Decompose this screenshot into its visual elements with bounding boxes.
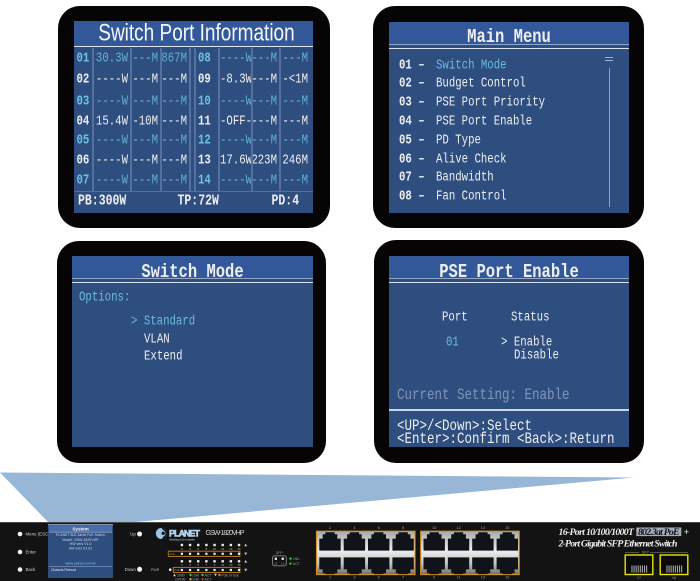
svg-text:GSW-1820VHP: GSW-1820VHP bbox=[206, 530, 245, 537]
svg-text:15: 15 bbox=[505, 575, 509, 579]
svg-text:10/100: 10/100 bbox=[175, 578, 185, 581]
svg-text:Enter: Enter bbox=[26, 550, 37, 555]
svg-text:10: 10 bbox=[432, 526, 436, 530]
svg-text:802.3at PoE: 802.3at PoE bbox=[638, 527, 680, 538]
svg-text:2-Port Gigabit SFP Ethernet Sw: 2-Port Gigabit SFP Ethernet Switch bbox=[558, 538, 678, 549]
svg-text:17: 17 bbox=[637, 576, 641, 580]
svg-text:ACT: ACT bbox=[205, 578, 212, 581]
svg-text:Back: Back bbox=[26, 567, 37, 572]
svg-text:18: 18 bbox=[672, 576, 676, 580]
svg-text:+: + bbox=[684, 527, 690, 538]
svg-text:13: 13 bbox=[229, 563, 233, 567]
svg-text:Model: GSW-1820VHP: Model: GSW-1820VHP bbox=[63, 538, 100, 542]
svg-text:Down: Down bbox=[125, 567, 137, 572]
svg-text:Networking & Communication: Networking & Communication bbox=[169, 538, 196, 541]
svg-text:9: 9 bbox=[433, 575, 435, 579]
svg-text:11: 11 bbox=[457, 575, 461, 579]
svg-text:14: 14 bbox=[481, 526, 485, 530]
svg-text:SW vers V1.01: SW vers V1.01 bbox=[69, 547, 92, 551]
svg-text:15: 15 bbox=[274, 562, 278, 566]
svg-text:16: 16 bbox=[505, 526, 509, 530]
svg-text:LNK: LNK bbox=[293, 557, 300, 561]
svg-text:10: 10 bbox=[213, 547, 217, 551]
svg-text:2: 2 bbox=[329, 526, 331, 530]
svg-text:3: 3 bbox=[353, 575, 355, 579]
svg-text:PLANET: PLANET bbox=[169, 528, 200, 538]
svg-text:16: 16 bbox=[237, 547, 241, 551]
svg-text:PLANET 802.3af/at PoE Switch: PLANET 802.3af/at PoE Switch bbox=[56, 533, 105, 537]
svg-text:PoE: PoE bbox=[174, 568, 180, 572]
svg-text:SFP: SFP bbox=[276, 551, 283, 555]
svg-text:ACT: ACT bbox=[293, 562, 301, 566]
svg-text:5: 5 bbox=[378, 575, 380, 579]
svg-text:PWR: PWR bbox=[151, 568, 160, 572]
svg-text:6: 6 bbox=[378, 526, 380, 530]
svg-text:Menu (ESC): Menu (ESC) bbox=[26, 532, 51, 537]
svg-text:HW vers V1.0: HW vers V1.0 bbox=[70, 542, 92, 546]
svg-text:11: 11 bbox=[221, 563, 224, 567]
svg-text:Up: Up bbox=[130, 532, 136, 537]
svg-text:System: System bbox=[72, 526, 88, 531]
svg-text:13: 13 bbox=[481, 575, 485, 579]
svg-text:PoE: PoE bbox=[170, 552, 176, 556]
svg-text:www.planet.com.tw: www.planet.com.tw bbox=[66, 562, 96, 566]
svg-text:7: 7 bbox=[402, 575, 404, 579]
svg-text:1: 1 bbox=[329, 575, 331, 579]
svg-text:Chassis Reboot: Chassis Reboot bbox=[51, 568, 76, 572]
svg-text:12: 12 bbox=[456, 526, 460, 530]
svg-text:PoE In-Use: PoE In-Use bbox=[222, 573, 239, 577]
svg-text:12: 12 bbox=[221, 547, 225, 551]
svg-text:15: 15 bbox=[237, 563, 241, 567]
svg-text:16-Port 10/100/1000T: 16-Port 10/100/1000T bbox=[559, 527, 636, 538]
svg-text:14: 14 bbox=[229, 547, 233, 551]
svg-text:8: 8 bbox=[402, 526, 404, 530]
svg-text:LNK: LNK bbox=[193, 578, 200, 581]
svg-text:4: 4 bbox=[353, 526, 355, 530]
svg-text:16: 16 bbox=[281, 562, 285, 566]
svg-text:SFP: SFP bbox=[642, 551, 649, 555]
